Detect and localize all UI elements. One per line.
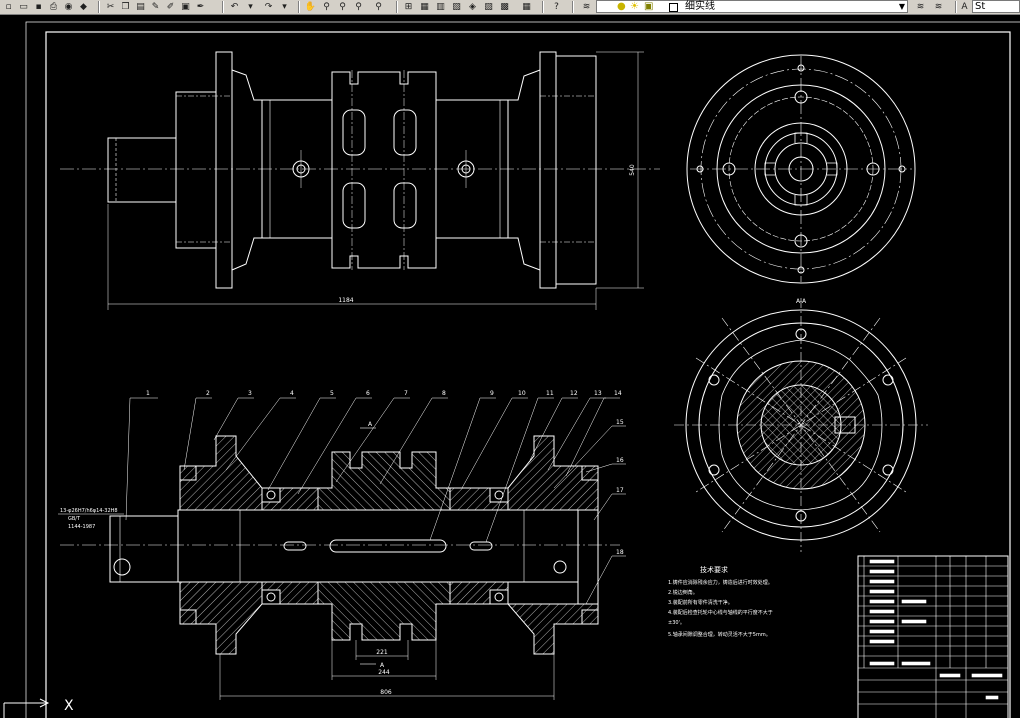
- dim-overall-length: 1184: [338, 297, 353, 304]
- svg-text:4: 4: [290, 390, 294, 397]
- svg-text:1144-1987: 1144-1987: [68, 524, 95, 530]
- svg-text:16: 16: [616, 457, 624, 464]
- svg-text:GB/T: GB/T: [68, 516, 81, 522]
- front-view: [60, 51, 660, 310]
- technical-requirements: 技术要求 1.铸件应消除残余应力，铸造后进行时效处理。 2.锐边倒角。 3.装配…: [668, 565, 773, 638]
- cut-label-top: A: [368, 421, 373, 428]
- svg-text:13-φ26H7/h6φ14-32H8: 13-φ26H7/h6φ14-32H8: [60, 508, 118, 514]
- svg-text:7: 7: [404, 390, 408, 397]
- sectional-assembly-view: [60, 397, 626, 700]
- lightbulb-icon: ●: [617, 1, 626, 12]
- text-style-icon[interactable]: A: [958, 1, 971, 13]
- zoom-previous-icon[interactable]: ⚲: [372, 1, 385, 13]
- svg-text:2: 2: [206, 390, 210, 397]
- redo-dropdown-icon[interactable]: ▾: [278, 1, 291, 13]
- chevron-down-icon: ▼: [898, 2, 905, 11]
- dbconnect-icon[interactable]: ▨: [482, 1, 495, 13]
- save-icon[interactable]: ▪: [32, 1, 45, 13]
- svg-text:3: 3: [248, 390, 252, 397]
- svg-text:技术要求: 技术要求: [700, 565, 728, 574]
- new-icon[interactable]: ▫: [2, 1, 15, 13]
- section-view: [674, 298, 928, 552]
- quickcalc-icon[interactable]: ▩: [498, 1, 511, 13]
- svg-text:3.装配前所有零件清洗干净。: 3.装配前所有零件清洗干净。: [668, 599, 733, 606]
- svg-text:17: 17: [616, 487, 624, 494]
- plot-icon[interactable]: ⎙: [47, 1, 60, 13]
- open-icon[interactable]: ▭: [17, 1, 30, 13]
- dim-221: 221: [376, 649, 388, 656]
- svg-text:±30'。: ±30'。: [668, 620, 685, 626]
- zoom-realtime-icon[interactable]: ⚲: [320, 1, 333, 13]
- layer-previous-icon[interactable]: ≋: [932, 1, 945, 13]
- sun-icon: ☀: [630, 1, 639, 12]
- end-view: [686, 54, 916, 284]
- copy-icon[interactable]: ❐: [119, 1, 132, 13]
- help-icon[interactable]: ?: [550, 1, 563, 13]
- text-style-dropdown[interactable]: St: [972, 0, 1020, 13]
- svg-text:18: 18: [616, 549, 624, 556]
- layer-name: 细实线: [685, 1, 715, 12]
- layer-dropdown[interactable]: ● ☀ ▣ 细实线 ▼: [596, 0, 908, 13]
- svg-text:14: 14: [614, 390, 622, 397]
- pan-icon[interactable]: ✋: [304, 1, 317, 13]
- sheetset-icon[interactable]: ▧: [450, 1, 463, 13]
- svg-text:1: 1: [146, 390, 150, 397]
- svg-text:11: 11: [546, 390, 554, 397]
- svg-text:5: 5: [330, 390, 334, 397]
- layer-manager-icon[interactable]: ≋: [580, 1, 593, 13]
- svg-text:4.装配后检查托轮中心线与轴线的平行度不大于: 4.装配后检查托轮中心线与轴线的平行度不大于: [668, 609, 773, 616]
- dim-244: 244: [378, 669, 390, 676]
- section-label: A-A: [796, 298, 807, 305]
- svg-text:10: 10: [518, 390, 526, 397]
- svg-text:2.锐边倒角。: 2.锐边倒角。: [668, 589, 698, 596]
- block-editor-icon[interactable]: ▣: [179, 1, 192, 13]
- publish-icon[interactable]: ◆: [77, 1, 90, 13]
- markup-icon[interactable]: ◈: [466, 1, 479, 13]
- insert-icon[interactable]: ✒: [194, 1, 207, 13]
- lock-icon: ▣: [644, 1, 654, 12]
- undo-icon[interactable]: ↶: [228, 1, 241, 13]
- cut-label-bottom: A: [380, 662, 385, 669]
- ucs-x-label: X: [64, 698, 74, 714]
- drawing-canvas[interactable]: 1184 540 A-A 1 2 3 4 5 6 7 8 9 10 11 12 …: [0, 15, 1020, 718]
- zoom-dropdown-icon[interactable]: ⚲: [352, 1, 365, 13]
- svg-text:6: 6: [366, 390, 370, 397]
- matchprop-icon[interactable]: ✎: [149, 1, 162, 13]
- designcenter-icon[interactable]: ▦: [418, 1, 431, 13]
- title-block: [857, 555, 1009, 718]
- svg-text:12: 12: [570, 390, 578, 397]
- layer-color-swatch: [669, 3, 678, 12]
- svg-text:9: 9: [490, 390, 494, 397]
- svg-text:15: 15: [616, 419, 624, 426]
- undo-dropdown-icon[interactable]: ▾: [244, 1, 257, 13]
- plot-preview-icon[interactable]: ◉: [62, 1, 75, 13]
- make-current-layer-icon[interactable]: ≋: [914, 1, 927, 13]
- svg-text:8: 8: [442, 390, 446, 397]
- toolpalette-icon[interactable]: ▥: [434, 1, 447, 13]
- redo-icon[interactable]: ↷: [262, 1, 275, 13]
- paste-icon[interactable]: ▤: [134, 1, 147, 13]
- shaft-notes: 13-φ26H7/h6φ14-32H8 GB/T 1144-1987: [60, 508, 118, 530]
- brush-icon[interactable]: ✐: [164, 1, 177, 13]
- text-style-name: St: [975, 1, 986, 12]
- properties-icon[interactable]: ⊞: [402, 1, 415, 13]
- calculator-icon[interactable]: ▦: [520, 1, 533, 13]
- svg-text:1.铸件应消除残余应力，铸造后进行时效处理。: 1.铸件应消除残余应力，铸造后进行时效处理。: [668, 579, 773, 586]
- svg-text:5.轴承间隙调整合理，转动灵活不大于5mm。: 5.轴承间隙调整合理，转动灵活不大于5mm。: [668, 631, 771, 638]
- svg-text:13: 13: [594, 390, 602, 397]
- standard-toolbar: ▫ ▭ ▪ ⎙ ◉ ◆ ✂ ❐ ▤ ✎ ✐ ▣ ✒ ↶ ▾ ↷ ▾ ✋ ⚲ ⚲ …: [0, 0, 1020, 15]
- cut-icon[interactable]: ✂: [104, 1, 117, 13]
- dim-height: 540: [629, 164, 636, 176]
- zoom-window-icon[interactable]: ⚲: [336, 1, 349, 13]
- dim-806: 806: [380, 689, 392, 696]
